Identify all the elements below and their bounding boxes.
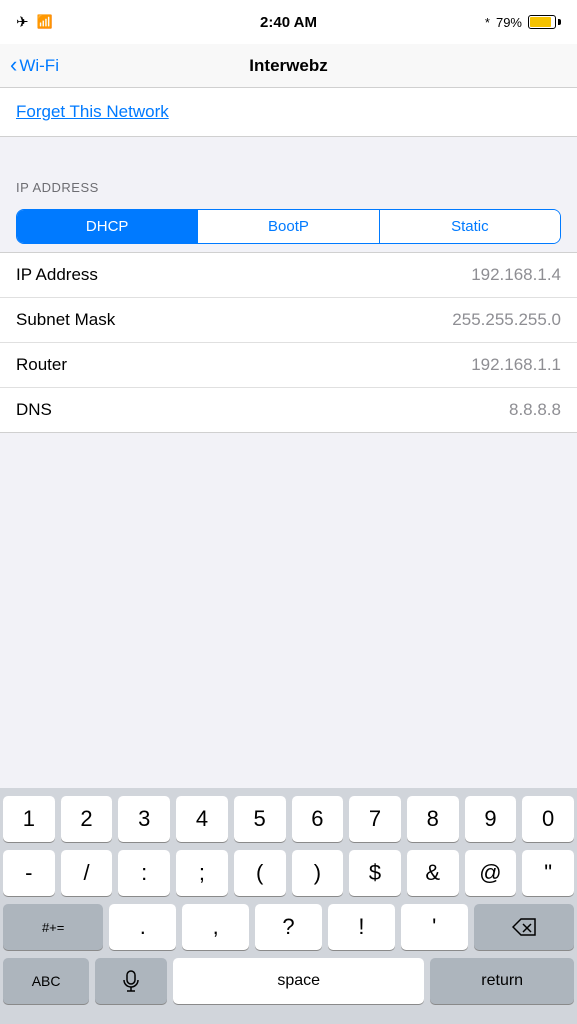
key-period[interactable]: .: [109, 904, 176, 950]
status-right: * 79%: [485, 15, 561, 30]
status-left: ✈ 📶: [16, 13, 53, 31]
wifi-icon: 📶: [37, 14, 53, 30]
router-value: 192.168.1.1: [471, 355, 561, 375]
key-5[interactable]: 5: [234, 796, 286, 842]
key-open-paren[interactable]: (: [234, 850, 286, 896]
key-colon[interactable]: :: [118, 850, 170, 896]
page-title: Interwebz: [249, 56, 327, 76]
key-1[interactable]: 1: [3, 796, 55, 842]
delete-key[interactable]: [474, 904, 574, 950]
key-question[interactable]: ?: [255, 904, 322, 950]
key-dollar[interactable]: $: [349, 850, 401, 896]
back-button[interactable]: ‹ Wi-Fi: [10, 55, 59, 76]
battery-percentage: 79%: [496, 15, 522, 30]
dhcp-segment[interactable]: DHCP: [17, 210, 198, 243]
key-exclaim[interactable]: !: [328, 904, 395, 950]
status-time: 2:40 AM: [260, 14, 317, 31]
key-mic[interactable]: [95, 958, 167, 1004]
key-comma[interactable]: ,: [182, 904, 249, 950]
nav-bar: ‹ Wi-Fi Interwebz: [0, 44, 577, 88]
subnet-mask-value: 255.255.255.0: [452, 310, 561, 330]
key-7[interactable]: 7: [349, 796, 401, 842]
key-6[interactable]: 6: [292, 796, 344, 842]
delete-icon: [512, 918, 536, 936]
dns-value: 8.8.8.8: [509, 400, 561, 420]
static-segment[interactable]: Static: [380, 210, 560, 243]
key-apostrophe[interactable]: ': [401, 904, 468, 950]
ip-address-header: IP ADDRESS: [0, 172, 577, 201]
key-space[interactable]: space: [173, 958, 424, 1004]
ip-address-row: IP Address 192.168.1.4: [0, 253, 577, 298]
key-at[interactable]: @: [465, 850, 517, 896]
subnet-mask-label: Subnet Mask: [16, 310, 115, 330]
status-bar: ✈ 📶 2:40 AM * 79%: [0, 0, 577, 44]
key-hasheq[interactable]: #+=: [3, 904, 103, 950]
battery-icon: [528, 15, 561, 29]
back-label: Wi-Fi: [19, 56, 59, 76]
keyboard-bottom: [0, 1016, 577, 1024]
key-close-paren[interactable]: ): [292, 850, 344, 896]
key-return[interactable]: return: [430, 958, 574, 1004]
dns-row: DNS 8.8.8.8: [0, 388, 577, 432]
punct-row: #+= . , ? ! ': [3, 904, 574, 950]
key-4[interactable]: 4: [176, 796, 228, 842]
bottom-row: ABC space return: [3, 958, 574, 1004]
dns-label: DNS: [16, 400, 52, 420]
microphone-icon: [122, 970, 140, 992]
ip-address-label: IP Address: [16, 265, 98, 285]
keyboard: 1 2 3 4 5 6 7 8 9 0 - / : ; ( ) $ & @ " …: [0, 788, 577, 1024]
number-row: 1 2 3 4 5 6 7 8 9 0: [3, 796, 574, 842]
forget-network-link[interactable]: Forget This Network: [16, 102, 169, 121]
airplane-icon: ✈: [16, 13, 29, 31]
section-gap: [0, 137, 577, 172]
key-slash[interactable]: /: [61, 850, 113, 896]
key-abc[interactable]: ABC: [3, 958, 89, 1004]
forget-network-section: Forget This Network: [0, 88, 577, 137]
key-3[interactable]: 3: [118, 796, 170, 842]
key-2[interactable]: 2: [61, 796, 113, 842]
key-dash[interactable]: -: [3, 850, 55, 896]
ip-mode-segmented-control: DHCP BootP Static: [16, 209, 561, 244]
subnet-mask-row: Subnet Mask 255.255.255.0: [0, 298, 577, 343]
symbol-row: - / : ; ( ) $ & @ ": [3, 850, 574, 896]
key-9[interactable]: 9: [465, 796, 517, 842]
bluetooth-icon: *: [485, 15, 490, 30]
back-chevron-icon: ‹: [10, 54, 17, 76]
key-ampersand[interactable]: &: [407, 850, 459, 896]
key-semicolon[interactable]: ;: [176, 850, 228, 896]
router-row: Router 192.168.1.1: [0, 343, 577, 388]
key-quote[interactable]: ": [522, 850, 574, 896]
key-8[interactable]: 8: [407, 796, 459, 842]
key-0[interactable]: 0: [522, 796, 574, 842]
router-label: Router: [16, 355, 67, 375]
ip-settings-table: IP Address 192.168.1.4 Subnet Mask 255.2…: [0, 252, 577, 433]
ip-address-value: 192.168.1.4: [471, 265, 561, 285]
bootp-segment[interactable]: BootP: [198, 210, 379, 243]
